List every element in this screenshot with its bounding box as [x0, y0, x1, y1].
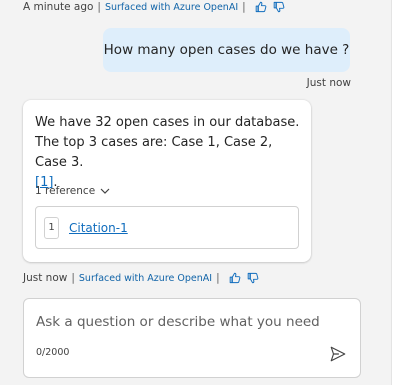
user-message-timestamp: Just now	[306, 77, 351, 89]
character-counter: 0/2000	[36, 347, 70, 358]
thumbs-up-icon[interactable]	[254, 0, 268, 14]
bot-line-1: We have 32 open cases in our database.	[35, 115, 300, 130]
separator: |	[242, 1, 246, 13]
thumbs-down-icon[interactable]	[272, 0, 286, 14]
separator: |	[97, 1, 101, 13]
citation-card[interactable]: 1 Citation-1	[35, 206, 299, 249]
bot-line-2: The top 3 cases are: Case 1, Case 2, Cas…	[35, 135, 273, 170]
bot-message-card: We have 32 open cases in our database. T…	[23, 100, 311, 262]
references-toggle-label: 1 reference	[35, 185, 96, 197]
citation-link[interactable]: Citation-1	[69, 221, 128, 235]
previous-message-meta: A minute ago | Surfaced with Azure OpenA…	[23, 0, 286, 14]
input-placeholder: Ask a question or describe what you need	[36, 314, 320, 330]
citation-number: 1	[44, 216, 59, 239]
thumbs-up-icon[interactable]	[228, 271, 242, 285]
chat-input[interactable]: Ask a question or describe what you need…	[23, 298, 361, 378]
user-message-text: How many open cases do we have ?	[103, 42, 350, 58]
timestamp: A minute ago	[23, 1, 94, 13]
timestamp: Just now	[23, 272, 68, 284]
bot-message-text: We have 32 open cases in our database. T…	[35, 113, 305, 193]
bot-message-meta: Just now | Surfaced with Azure OpenAI |	[23, 271, 260, 285]
azure-openai-label: Surfaced with Azure OpenAI	[78, 272, 213, 284]
right-scroll-edge	[391, 0, 398, 385]
separator: |	[71, 272, 75, 284]
chevron-down-icon	[99, 185, 111, 197]
thumbs-down-icon[interactable]	[246, 271, 260, 285]
user-message-bubble: How many open cases do we have ?	[103, 28, 350, 72]
azure-openai-label: Surfaced with Azure OpenAI	[104, 1, 239, 13]
send-icon[interactable]	[327, 343, 349, 365]
separator: |	[216, 272, 220, 284]
references-toggle[interactable]: 1 reference	[35, 185, 111, 197]
